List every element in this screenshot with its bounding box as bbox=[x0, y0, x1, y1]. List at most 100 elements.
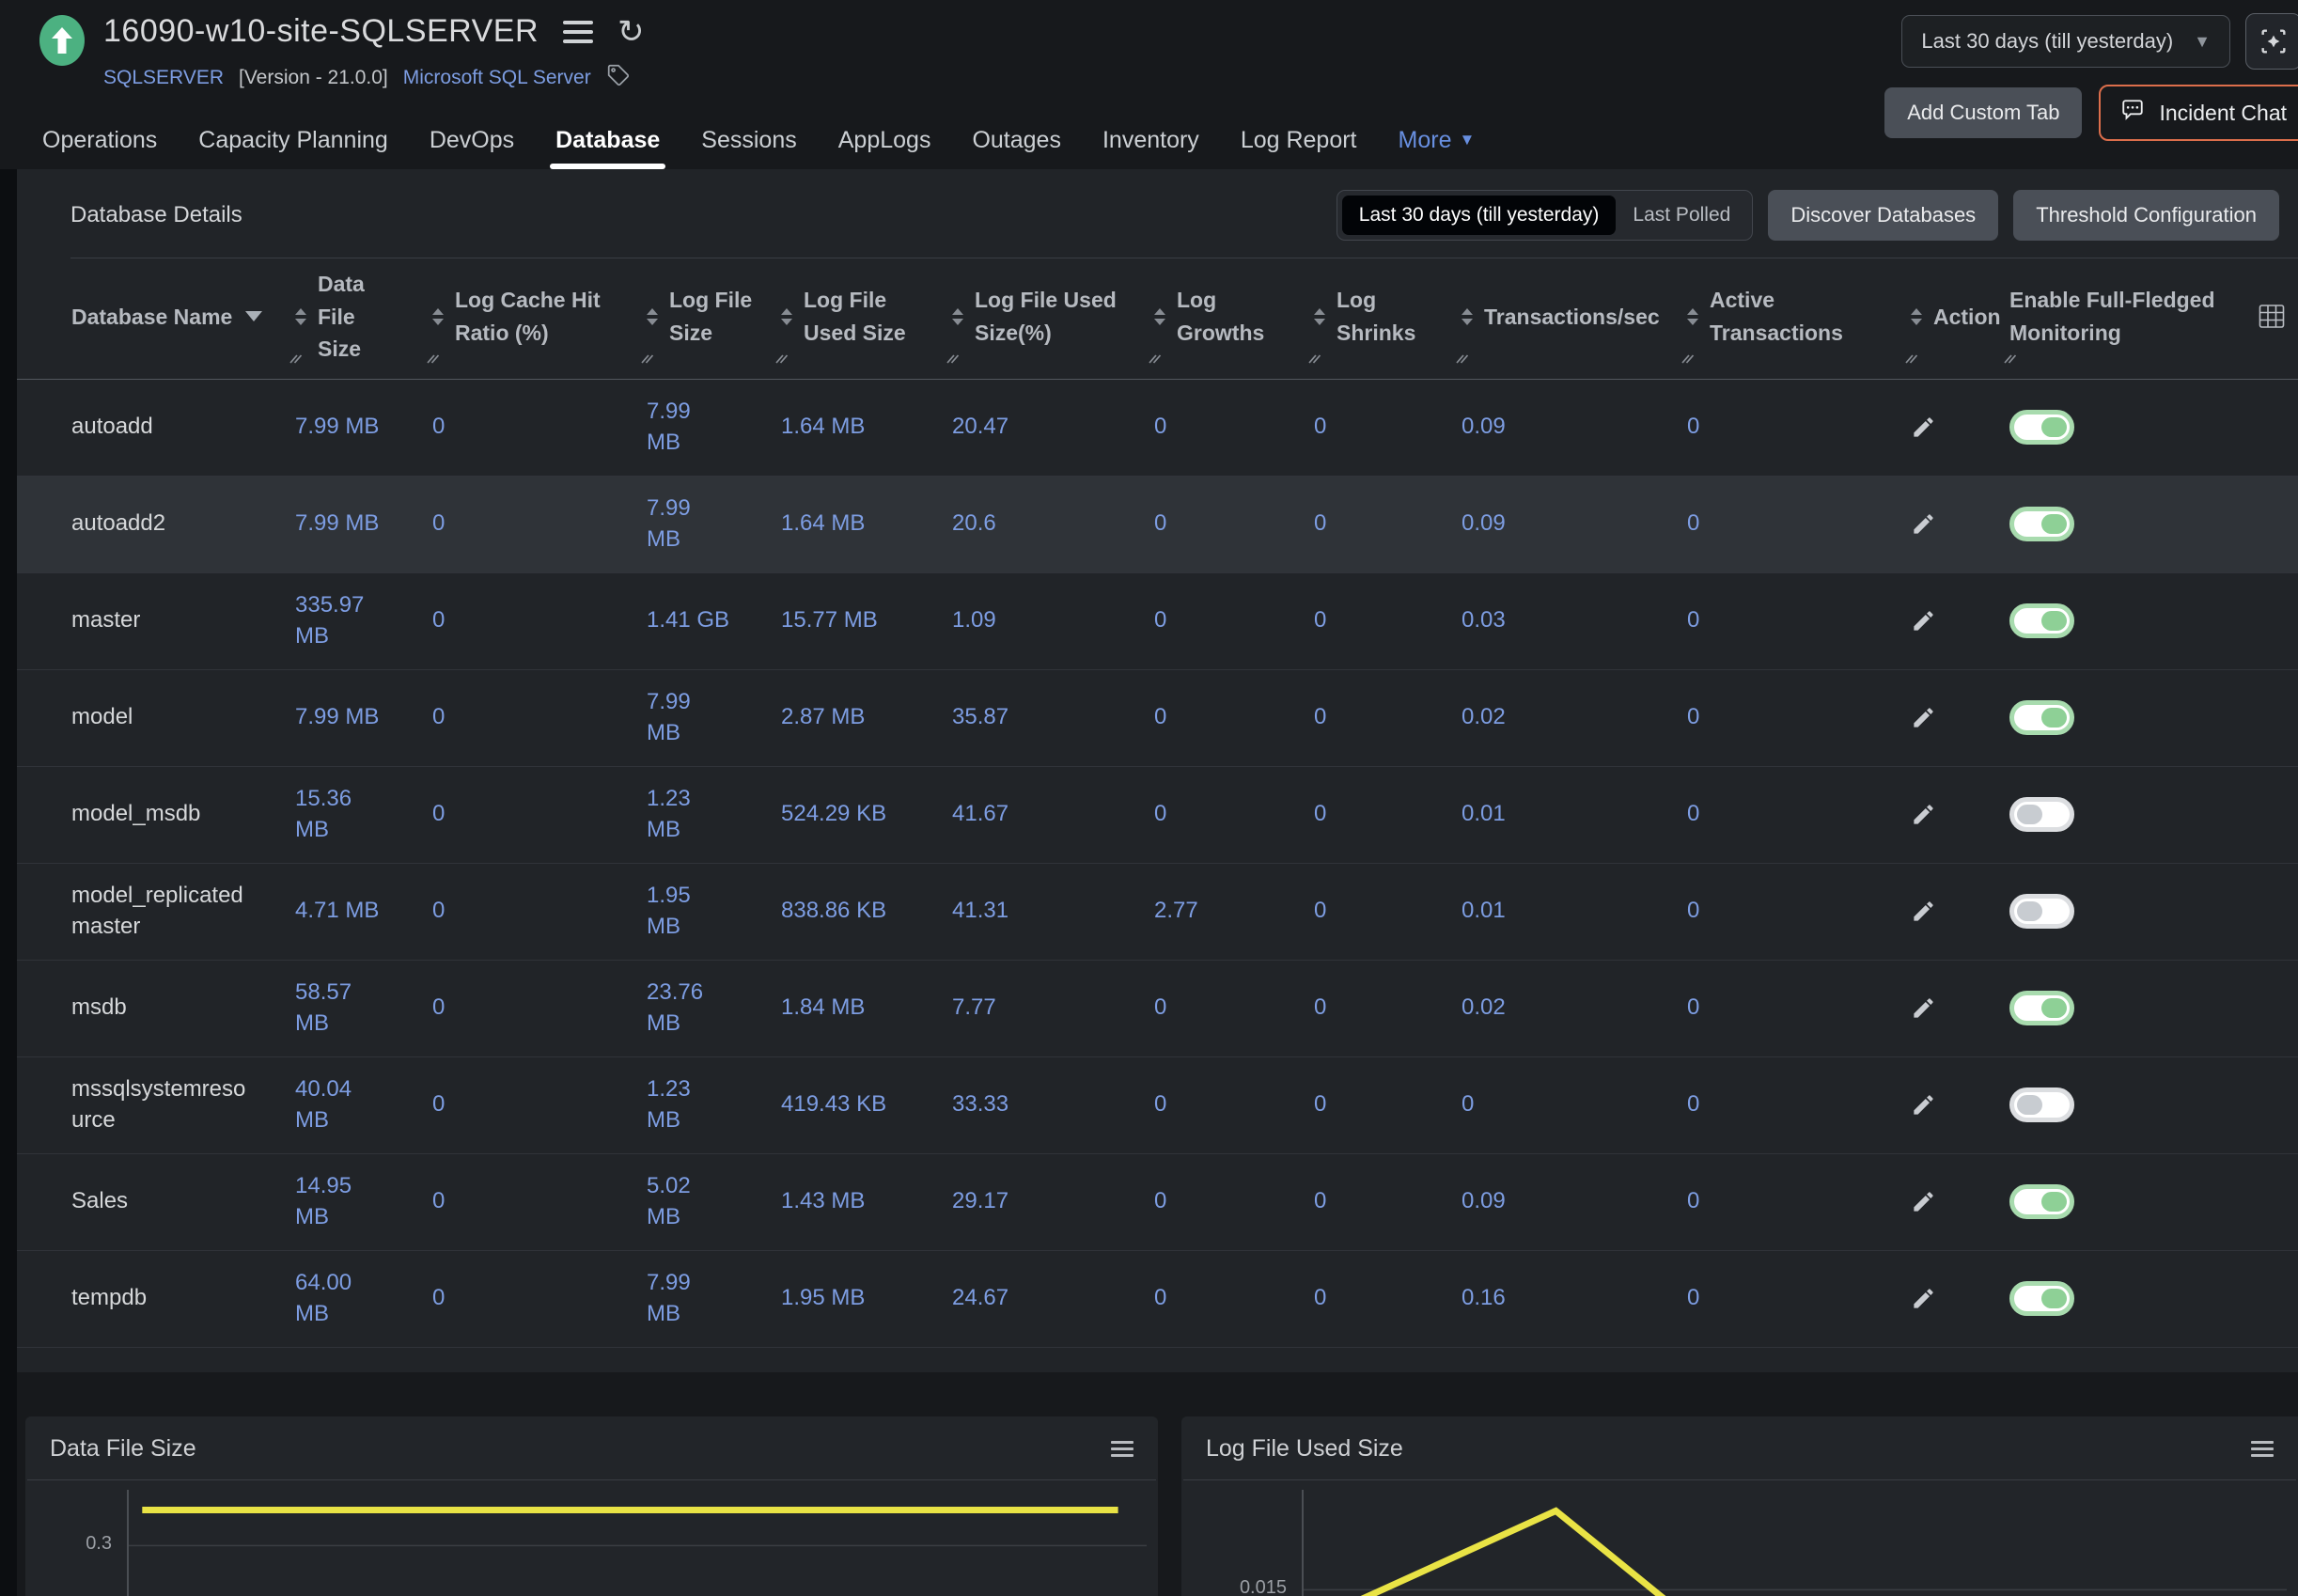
cell-active-tx[interactable]: 0 bbox=[1687, 1154, 1911, 1250]
column-chooser-grid-icon[interactable] bbox=[2259, 304, 2285, 333]
cell-log-file-size[interactable]: 7.99 MB bbox=[647, 477, 781, 572]
column-resize-handle[interactable] bbox=[2003, 340, 2017, 373]
edit-pencil-icon[interactable] bbox=[1911, 1092, 1936, 1118]
monitoring-toggle-on[interactable] bbox=[2009, 507, 2074, 541]
cell-log-cache-hit[interactable]: 0 bbox=[432, 767, 647, 863]
cell-active-tx[interactable]: 0 bbox=[1687, 380, 1911, 476]
edit-pencil-icon[interactable] bbox=[1911, 899, 1936, 924]
cell-active-tx[interactable]: 0 bbox=[1687, 670, 1911, 766]
cell-log-file-used-pct[interactable]: 41.67 bbox=[952, 767, 1154, 863]
cell-log-shrinks[interactable]: 0 bbox=[1314, 477, 1462, 572]
monitoring-toggle-on[interactable] bbox=[2009, 603, 2074, 638]
tab-more[interactable]: More▼ bbox=[1399, 111, 1476, 169]
chart-menu-icon[interactable] bbox=[1111, 1441, 1133, 1457]
tab-sessions[interactable]: Sessions bbox=[701, 111, 796, 169]
tab-operations[interactable]: Operations bbox=[42, 111, 157, 169]
column-header-log-file-size[interactable]: Log File Size bbox=[647, 258, 781, 379]
cell-active-tx[interactable]: 0 bbox=[1687, 477, 1911, 572]
monitoring-toggle-on[interactable] bbox=[2009, 991, 2074, 1025]
edit-pencil-icon[interactable] bbox=[1911, 608, 1936, 634]
cell-log-shrinks[interactable]: 0 bbox=[1314, 767, 1462, 863]
monitoring-toggle-off[interactable] bbox=[2009, 797, 2074, 832]
cell-tps[interactable]: 0.16 bbox=[1462, 1251, 1687, 1347]
cell-log-growths[interactable]: 2.77 bbox=[1154, 864, 1314, 960]
monitoring-toggle-on[interactable] bbox=[2009, 700, 2074, 735]
cell-log-file-used-pct[interactable]: 35.87 bbox=[952, 670, 1154, 766]
column-resize-handle[interactable] bbox=[1455, 340, 1469, 373]
cell-active-tx[interactable]: 0 bbox=[1687, 1057, 1911, 1153]
column-header-transactions-sec[interactable]: Transactions/sec bbox=[1462, 258, 1687, 379]
cell-tps[interactable]: 0.01 bbox=[1462, 864, 1687, 960]
column-resize-handle[interactable] bbox=[1148, 340, 1162, 373]
threshold-configuration-button[interactable]: Threshold Configuration bbox=[2013, 190, 2279, 241]
column-header-log-file-used-size[interactable]: Log File Used Size bbox=[781, 258, 952, 379]
monitoring-toggle-off[interactable] bbox=[2009, 1087, 2074, 1122]
cell-log-cache-hit[interactable]: 0 bbox=[432, 1154, 647, 1250]
cell-log-file-size[interactable]: 7.99 MB bbox=[647, 1251, 781, 1347]
incident-chat-button[interactable]: Incident Chat bbox=[2099, 85, 2298, 141]
cell-active-tx[interactable]: 0 bbox=[1687, 864, 1911, 960]
cell-active-tx[interactable]: 0 bbox=[1687, 1251, 1911, 1347]
cell-log-file-used[interactable]: 1.84 MB bbox=[781, 961, 952, 1056]
edit-pencil-icon[interactable] bbox=[1911, 995, 1936, 1021]
column-header-data-file-size[interactable]: Data File Size bbox=[295, 258, 432, 379]
edit-pencil-icon[interactable] bbox=[1911, 415, 1936, 440]
cell-log-shrinks[interactable]: 0 bbox=[1314, 961, 1462, 1056]
cell-log-file-used[interactable]: 1.64 MB bbox=[781, 380, 952, 476]
cell-tps[interactable]: 0.02 bbox=[1462, 670, 1687, 766]
cell-log-growths[interactable]: 0 bbox=[1154, 1057, 1314, 1153]
cell-log-growths[interactable]: 0 bbox=[1154, 767, 1314, 863]
cell-log-growths[interactable]: 0 bbox=[1154, 380, 1314, 476]
cell-tps[interactable]: 0.09 bbox=[1462, 477, 1687, 572]
column-resize-handle[interactable] bbox=[1307, 340, 1321, 373]
cell-log-growths[interactable]: 0 bbox=[1154, 1154, 1314, 1250]
cell-log-cache-hit[interactable]: 0 bbox=[432, 961, 647, 1056]
cell-log-cache-hit[interactable]: 0 bbox=[432, 864, 647, 960]
cell-data-file-size[interactable]: 7.99 MB bbox=[295, 670, 432, 766]
cell-data-file-size[interactable]: 14.95 MB bbox=[295, 1154, 432, 1250]
cell-tps[interactable]: 0.01 bbox=[1462, 767, 1687, 863]
column-header-database-name[interactable]: Database Name bbox=[71, 258, 295, 379]
cell-log-file-used[interactable]: 1.43 MB bbox=[781, 1154, 952, 1250]
column-resize-handle[interactable] bbox=[640, 340, 654, 373]
cell-log-file-size[interactable]: 1.95 MB bbox=[647, 864, 781, 960]
tab-database[interactable]: Database bbox=[555, 111, 660, 169]
cell-log-file-used[interactable]: 1.64 MB bbox=[781, 477, 952, 572]
cell-log-growths[interactable]: 0 bbox=[1154, 573, 1314, 669]
column-header-log-file-used-size[interactable]: Log File Used Size(%) bbox=[952, 258, 1154, 379]
cell-data-file-size[interactable]: 7.99 MB bbox=[295, 477, 432, 572]
cell-log-growths[interactable]: 0 bbox=[1154, 670, 1314, 766]
cell-log-file-size[interactable]: 1.41 GB bbox=[647, 573, 781, 669]
cell-log-file-used-pct[interactable]: 1.09 bbox=[952, 573, 1154, 669]
range-toggle-active[interactable]: Last 30 days (till yesterday) bbox=[1342, 196, 1617, 235]
cell-log-file-used-pct[interactable]: 7.77 bbox=[952, 961, 1154, 1056]
time-range-dropdown[interactable]: Last 30 days (till yesterday) ▼ bbox=[1901, 15, 2230, 68]
cell-log-growths[interactable]: 0 bbox=[1154, 1251, 1314, 1347]
edit-pencil-icon[interactable] bbox=[1911, 802, 1936, 827]
monitoring-toggle-on[interactable] bbox=[2009, 410, 2074, 445]
cell-log-cache-hit[interactable]: 0 bbox=[432, 573, 647, 669]
monitoring-toggle-on[interactable] bbox=[2009, 1281, 2074, 1316]
column-resize-handle[interactable] bbox=[289, 340, 303, 373]
tab-applogs[interactable]: AppLogs bbox=[838, 111, 931, 169]
cell-log-file-used[interactable]: 2.87 MB bbox=[781, 670, 952, 766]
column-resize-handle[interactable] bbox=[774, 340, 789, 373]
add-custom-tab-button[interactable]: Add Custom Tab bbox=[1884, 87, 2082, 138]
cell-data-file-size[interactable]: 335.97 MB bbox=[295, 573, 432, 669]
tab-outages[interactable]: Outages bbox=[972, 111, 1061, 169]
edit-pencil-icon[interactable] bbox=[1911, 1286, 1936, 1311]
refresh-icon[interactable]: ↻ bbox=[617, 16, 645, 48]
column-resize-handle[interactable] bbox=[1904, 340, 1918, 373]
column-resize-handle[interactable] bbox=[946, 340, 960, 373]
cell-log-shrinks[interactable]: 0 bbox=[1314, 380, 1462, 476]
edit-pencil-icon[interactable] bbox=[1911, 511, 1936, 537]
column-header-action[interactable]: Action bbox=[1911, 258, 2009, 379]
cell-log-file-used-pct[interactable]: 29.17 bbox=[952, 1154, 1154, 1250]
cell-active-tx[interactable]: 0 bbox=[1687, 961, 1911, 1056]
cell-log-growths[interactable]: 0 bbox=[1154, 961, 1314, 1056]
discover-databases-button[interactable]: Discover Databases bbox=[1768, 190, 1998, 241]
tab-devops[interactable]: DevOps bbox=[430, 111, 514, 169]
monitoring-toggle-on[interactable] bbox=[2009, 1184, 2074, 1219]
cell-tps[interactable]: 0.02 bbox=[1462, 961, 1687, 1056]
cell-tps[interactable]: 0.09 bbox=[1462, 1154, 1687, 1250]
